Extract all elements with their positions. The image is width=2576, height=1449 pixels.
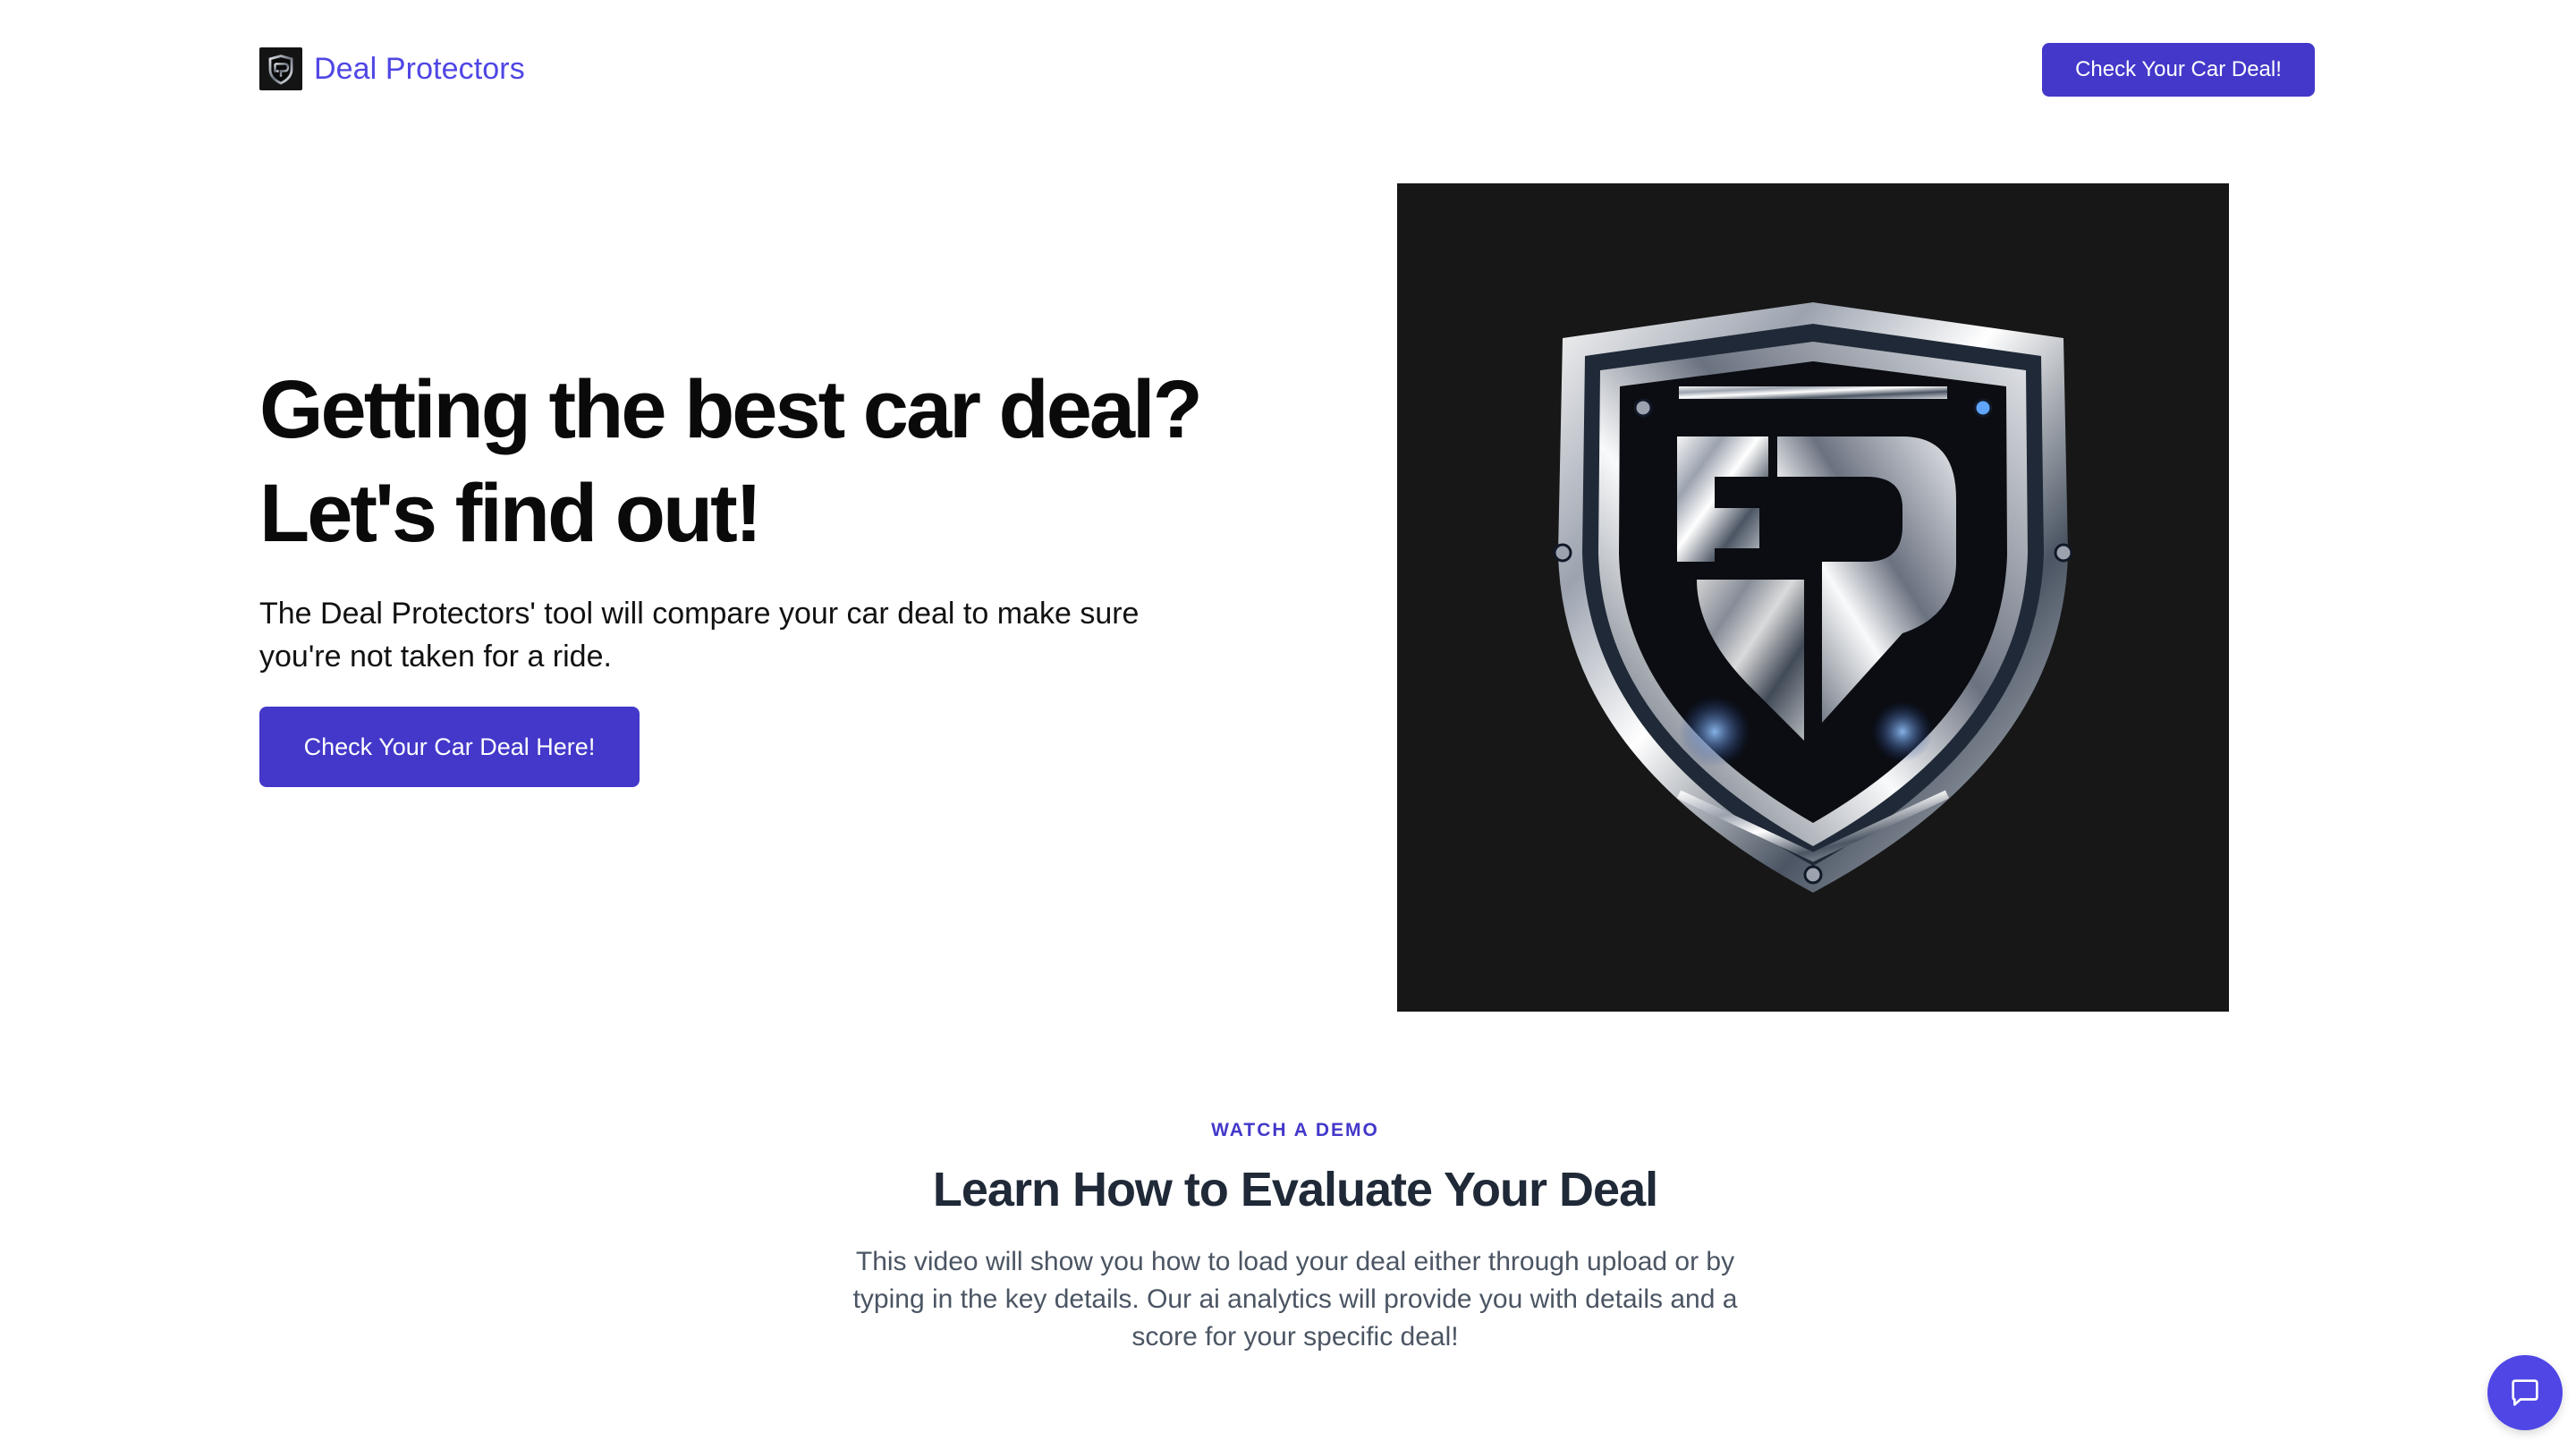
check-car-deal-here-button[interactable]: Check Your Car Deal Here!: [259, 707, 640, 787]
hero-image: [1397, 183, 2229, 1012]
hero-title-line-1: Getting the best car deal?: [259, 364, 1203, 455]
demo-title: Learn How to Evaluate Your Deal: [932, 1163, 1658, 1216]
demo-eyebrow: WATCH A DEMO: [1211, 1120, 1379, 1140]
hero-title: Getting the best car deal? Let's find ou…: [259, 358, 1243, 565]
site-header: Deal Protectors Check Your Car Deal!: [0, 0, 2576, 143]
demo-description: This video will show you how to load you…: [852, 1247, 1738, 1352]
chat-icon: [2512, 1379, 2538, 1406]
hero-title-line-2: Let's find out!: [259, 468, 762, 559]
brand-name: Deal Protectors: [314, 51, 525, 86]
shield-emblem-icon: [1553, 302, 2073, 893]
hero-description: The Deal Protectors' tool will compare y…: [259, 597, 1140, 674]
chat-button[interactable]: [2487, 1355, 2563, 1430]
shield-logo-icon: [259, 47, 302, 90]
check-car-deal-button[interactable]: Check Your Car Deal!: [2042, 43, 2315, 97]
brand-link[interactable]: Deal Protectors: [259, 47, 525, 90]
